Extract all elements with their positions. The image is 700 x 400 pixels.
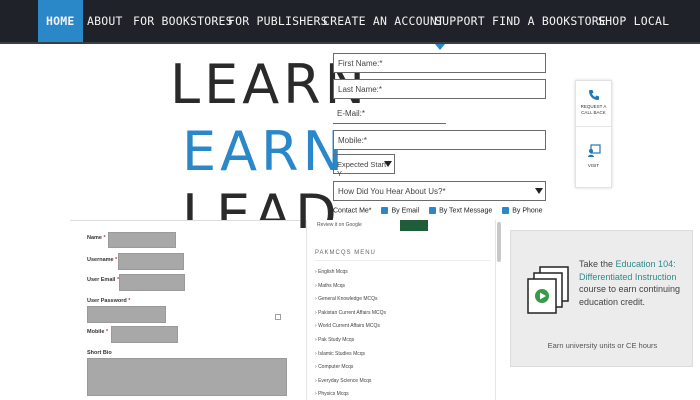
menu-item[interactable]: › World Current Affairs MCQs (315, 323, 380, 329)
heard-about-chevron-down-icon (535, 188, 543, 194)
nav-for-bookstores[interactable]: FOR BOOKSTORES (133, 0, 233, 42)
menu-title: PAKMCQS MENU (315, 250, 376, 256)
password-toggle-icon[interactable] (275, 314, 281, 320)
profile-form: Name * Username * User Email * User Pass… (70, 220, 300, 400)
user-email-input-redacted[interactable] (119, 274, 185, 291)
nav-create-account[interactable]: CREATE AN ACCOUNT (323, 0, 444, 42)
page: HOME ABOUT FOR BOOKSTORES FOR PUBLISHERS… (0, 0, 700, 400)
nav-about[interactable]: ABOUT (87, 0, 123, 42)
menu-item[interactable]: › Islamic Studies Mcqs (315, 351, 365, 357)
menu-item[interactable]: › Physics Mcqs (315, 391, 349, 397)
top-nav: HOME ABOUT FOR BOOKSTORES FOR PUBLISHERS… (0, 0, 700, 44)
mobile-label: Mobile * (87, 329, 109, 335)
nav-for-publishers[interactable]: FOR PUBLISHERS (228, 0, 328, 42)
course-card-text: Take the Education 104: Differentiated I… (579, 259, 681, 307)
hero-word-earn: EARN (182, 120, 347, 183)
short-bio-input-redacted[interactable] (87, 358, 287, 396)
nav-shop-local[interactable]: SHOP LOCAL (598, 0, 669, 42)
menu-item[interactable]: › General Knowledge MCQs (315, 296, 378, 302)
mobile-field[interactable]: Mobile:* (333, 130, 546, 150)
nav-find-bookstore[interactable]: FIND A BOOKSTORE (492, 0, 606, 42)
menu-item[interactable]: › Pakistan Current Affairs MCQs (315, 310, 386, 316)
short-bio-label: Short Bio (87, 350, 112, 356)
first-name-field[interactable]: First Name:* (333, 53, 546, 73)
visit-button[interactable]: VISIT (576, 144, 611, 169)
course-card-footer: Earn university units or CE hours (547, 341, 658, 350)
video-lesson-icon (527, 266, 569, 314)
mcqs-menu-panel: Review it on Google PAKMCQS MENU › Engli… (306, 220, 496, 400)
call-back-label-2: CALL BACK (581, 110, 606, 115)
mobile-input-redacted[interactable] (111, 326, 178, 343)
menu-item[interactable]: › Computer Mcqs (315, 364, 353, 370)
call-back-button[interactable]: REQUEST A CALL BACK (576, 89, 611, 116)
menu-scrollbar[interactable] (497, 222, 501, 262)
name-input-redacted[interactable] (108, 232, 176, 248)
user-password-label: User Password * (87, 298, 131, 304)
last-name-field[interactable]: Last Name:* (333, 79, 546, 99)
contact-phone-checkbox[interactable] (502, 207, 510, 214)
menu-item[interactable]: › Maths Mcqs (315, 283, 345, 289)
contact-me-row: Contact Me* By Email By Text Message By … (333, 207, 543, 219)
nav-home[interactable]: HOME (38, 0, 83, 42)
google-review-button[interactable] (400, 220, 428, 231)
contact-me-label: Contact Me* (333, 207, 372, 215)
course-card: Take the Education 104: Differentiated I… (510, 230, 693, 367)
menu-item[interactable]: › English Mcqs (315, 269, 348, 275)
side-divider (576, 126, 611, 127)
contact-email-label: By Email (391, 207, 420, 215)
phone-icon (588, 90, 599, 100)
contact-text-label: By Text Message (439, 207, 493, 215)
menu-item[interactable]: › Everyday Science Mcqs (315, 378, 371, 384)
google-review-text: Review it on Google (317, 222, 362, 228)
menu-divider (315, 260, 490, 261)
user-email-label: User Email * (87, 277, 119, 283)
name-label: Name * (87, 235, 106, 241)
email-field[interactable]: E-Mail:* (333, 104, 446, 124)
nav-active-caret (435, 44, 445, 50)
expected-start-chevron-down-icon (384, 161, 392, 167)
username-input-redacted[interactable] (118, 253, 184, 270)
contact-text-checkbox[interactable] (429, 207, 437, 214)
user-password-input-redacted[interactable] (87, 306, 166, 323)
heard-about-value: How Did You Hear About Us?* (338, 187, 446, 196)
visit-label: VISIT (587, 163, 600, 168)
contact-phone-label: By Phone (512, 207, 543, 215)
contact-side-widget: REQUEST A CALL BACK VISIT (575, 80, 612, 188)
menu-item[interactable]: › Pak Study Mcqs (315, 337, 354, 343)
heard-about-select[interactable]: How Did You Hear About Us?* (333, 181, 546, 201)
nav-support[interactable]: SUPPORT (435, 0, 485, 42)
contact-email-checkbox[interactable] (381, 207, 389, 214)
username-label: Username * (87, 257, 118, 263)
visit-person-icon (587, 144, 601, 157)
